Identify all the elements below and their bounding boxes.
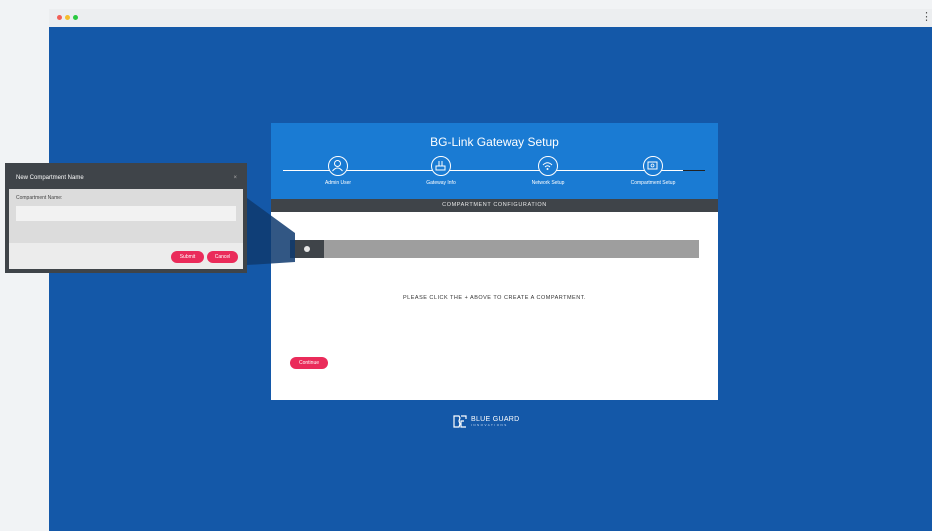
- close-icon[interactable]: ×: [233, 167, 237, 189]
- new-compartment-modal: New Compartment Name × Compartment Name:…: [5, 163, 247, 273]
- compartment-name-input[interactable]: [16, 206, 236, 221]
- compartment-name-label: Compartment Name:: [16, 195, 63, 201]
- cancel-button[interactable]: Cancel: [207, 251, 238, 263]
- modal-body: Compartment Name:: [9, 189, 243, 243]
- modal-footer: Submit Cancel: [9, 243, 243, 269]
- submit-button[interactable]: Submit: [171, 251, 204, 263]
- modal-title: New Compartment Name: [16, 175, 84, 181]
- modal-dialog: New Compartment Name × Compartment Name:…: [9, 167, 243, 269]
- modal-header: New Compartment Name ×: [9, 167, 243, 189]
